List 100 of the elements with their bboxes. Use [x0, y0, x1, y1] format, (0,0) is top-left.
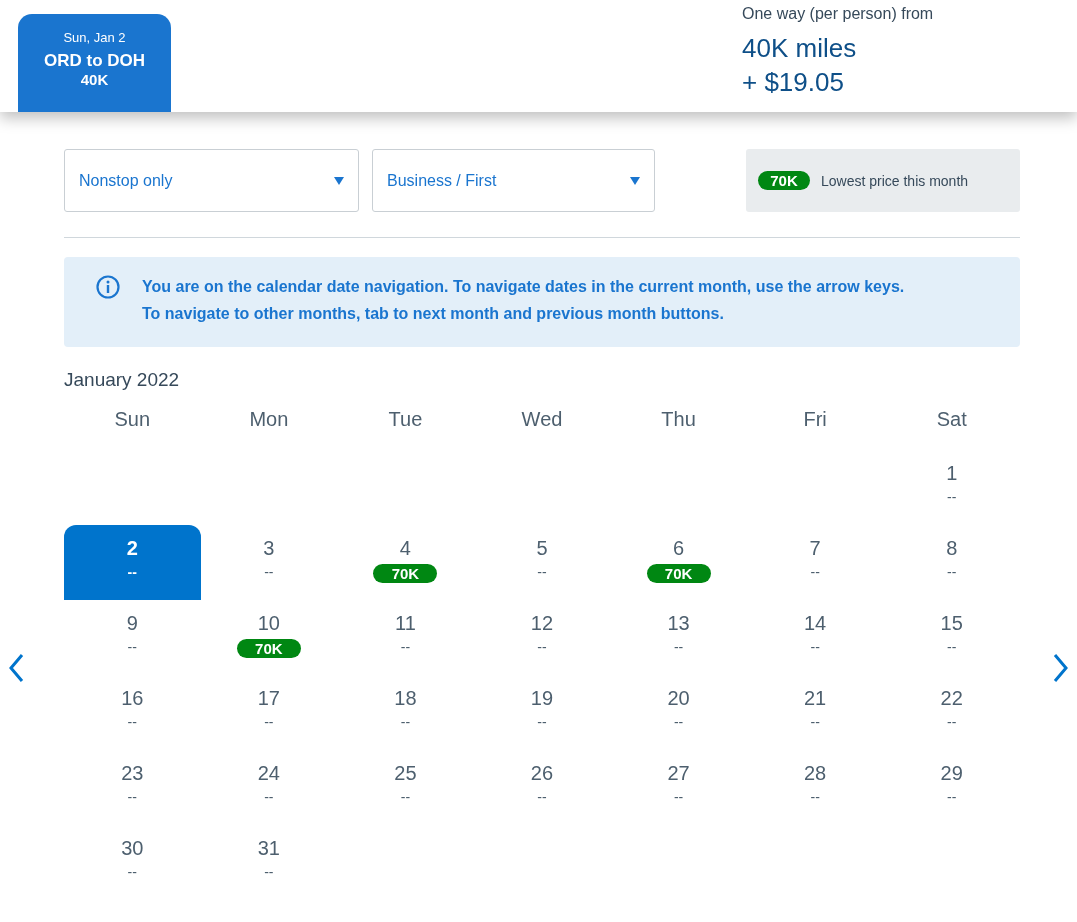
calendar-day[interactable]: 25 -- — [337, 750, 474, 825]
calendar-day[interactable]: 24 -- — [200, 750, 338, 825]
calendar-day[interactable]: 1 -- — [883, 450, 1020, 525]
calendar-day[interactable]: 15 -- — [883, 600, 1020, 675]
filter-dropdown[interactable]: Nonstop only — [64, 149, 359, 212]
calendar-day[interactable]: 8 -- — [883, 525, 1020, 600]
day-number: 19 — [530, 687, 554, 710]
calendar-day[interactable]: 3 -- — [200, 525, 338, 600]
day-price: -- — [673, 714, 684, 730]
calendar-day[interactable]: 22 -- — [883, 675, 1020, 750]
fare-cash: + $19.05 — [742, 66, 845, 99]
day-number: 24 — [257, 762, 280, 785]
calendar-day[interactable]: 5 -- — [473, 525, 611, 600]
price-badge: 70K — [373, 564, 438, 583]
info-icon — [96, 275, 120, 299]
day-number: 10 — [257, 612, 280, 635]
calendar-day[interactable]: 16 -- — [64, 675, 201, 750]
calendar-day[interactable]: 23 -- — [64, 750, 201, 825]
day-price: -- — [810, 564, 820, 580]
day-number: 18 — [394, 687, 417, 710]
calendar-day[interactable]: 29 -- — [883, 750, 1020, 825]
day-price: -- — [264, 789, 274, 805]
day-price: -- — [810, 714, 820, 730]
day-number: 28 — [804, 762, 827, 785]
day-number: 29 — [940, 762, 963, 785]
weekday-label: Fri — [802, 408, 828, 432]
filter-dropdown[interactable]: Business / First — [372, 149, 655, 212]
fare-label: One way (per person) from — [742, 5, 935, 23]
calendar-day[interactable]: 6 70K — [610, 525, 747, 600]
day-price: -- — [400, 789, 411, 805]
calendar-day[interactable]: 7 -- — [746, 525, 884, 600]
day-price: -- — [537, 639, 547, 655]
weekday-label: Wed — [520, 408, 564, 432]
calendar-day[interactable]: 9 -- — [64, 600, 201, 675]
calendar-day[interactable]: 14 -- — [746, 600, 884, 675]
price-badge: 70K — [758, 171, 810, 190]
calendar-day[interactable]: 17 -- — [200, 675, 338, 750]
calendar-day[interactable]: 18 -- — [337, 675, 474, 750]
day-number: 21 — [804, 687, 827, 710]
calendar-day[interactable]: 10 70K — [200, 600, 338, 675]
day-number: 30 — [121, 837, 144, 860]
day-price: -- — [264, 714, 274, 730]
chevron-right-icon — [1053, 653, 1069, 683]
day-number: 15 — [940, 612, 963, 635]
day-price: -- — [947, 564, 957, 580]
day-price: -- — [400, 639, 411, 655]
day-number: 13 — [667, 612, 690, 635]
flight-tab[interactable]: Sun, Jan 2 ORD to DOH 40K — [18, 14, 171, 112]
weekday-label: Thu — [660, 408, 697, 432]
calendar-day[interactable]: 28 -- — [746, 750, 884, 825]
day-price: -- — [537, 789, 547, 805]
weekday-label: Sat — [935, 408, 968, 432]
calendar-day[interactable]: 26 -- — [473, 750, 611, 825]
calendar-day[interactable]: 19 -- — [473, 675, 611, 750]
fare-miles: 40K miles — [742, 32, 858, 65]
calendar-day[interactable]: 27 -- — [610, 750, 747, 825]
day-number: 5 — [536, 537, 548, 560]
day-number: 31 — [257, 837, 280, 860]
calendar-day[interactable]: 30 -- — [64, 825, 201, 900]
calendar-day[interactable]: 21 -- — [746, 675, 884, 750]
day-price: -- — [264, 564, 274, 580]
day-price: -- — [947, 789, 957, 805]
weekday-label: Tue — [387, 408, 424, 432]
tab-route: ORD to DOH — [43, 51, 145, 71]
calendar-day[interactable]: 13 -- — [610, 600, 747, 675]
calendar-day[interactable]: 31 -- — [200, 825, 338, 900]
calendar-day[interactable]: 20 -- — [610, 675, 747, 750]
day-number: 12 — [530, 612, 554, 635]
day-price: -- — [127, 639, 137, 655]
day-number: 2 — [126, 537, 138, 560]
calendar-day[interactable]: 11 -- — [337, 600, 474, 675]
day-price: -- — [127, 714, 137, 730]
day-number: 25 — [394, 762, 417, 785]
month-title: January 2022 — [64, 369, 181, 391]
weekday-label: Mon — [248, 408, 290, 432]
day-price: -- — [264, 864, 274, 880]
day-price: -- — [400, 714, 411, 730]
price-badge: 70K — [646, 564, 711, 583]
calendar-day[interactable]: 2 -- — [64, 525, 201, 600]
calendar-day[interactable]: 4 70K — [337, 525, 474, 600]
day-price: -- — [127, 564, 137, 580]
day-number: 14 — [804, 612, 827, 635]
tab-date: Sun, Jan 2 — [63, 30, 126, 45]
day-number: 23 — [121, 762, 144, 785]
legend-label: Lowest price this month — [821, 172, 969, 189]
day-number: 20 — [667, 687, 690, 710]
day-number: 7 — [809, 537, 821, 560]
price-badge: 70K — [236, 639, 301, 658]
day-price: -- — [947, 714, 957, 730]
day-number: 8 — [946, 537, 958, 560]
day-number: 1 — [946, 462, 958, 485]
day-number: 22 — [940, 687, 963, 710]
day-number: 3 — [263, 537, 275, 560]
day-price: -- — [127, 789, 137, 805]
calendar-day[interactable]: 12 -- — [473, 600, 611, 675]
day-price: -- — [810, 789, 820, 805]
day-number: 26 — [530, 762, 554, 785]
info-text: You are on the calendar date navigation. To navigate dates in the current month, use the arrow keys. To navigate to other months, tab to next month and previous month buttons. — [142, 277, 906, 324]
day-number: 17 — [257, 687, 280, 710]
day-price: -- — [537, 564, 547, 580]
